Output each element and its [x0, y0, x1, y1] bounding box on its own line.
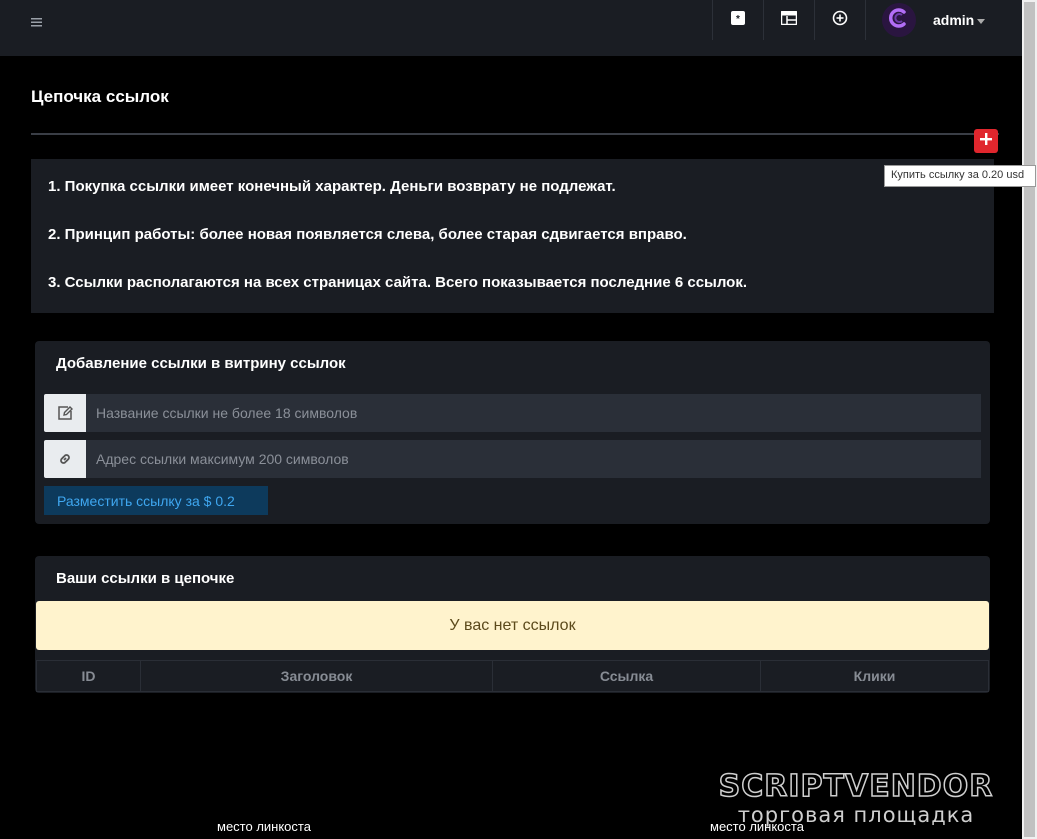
watermark-logo: SCRIPTVENDOR торговая площадка [689, 769, 1023, 827]
table-icon [780, 10, 798, 30]
asterisk-icon: * [731, 10, 745, 30]
column-title[interactable]: Заголовок [141, 661, 493, 691]
asterisk-button[interactable]: * [712, 0, 763, 40]
svg-text:*: * [736, 14, 740, 25]
link-url-group [44, 440, 981, 478]
table-button[interactable] [763, 0, 814, 40]
title-divider [31, 133, 999, 135]
rule-1: 1. Покупка ссылки имеет конечный характе… [48, 178, 616, 195]
plus-icon [980, 132, 992, 150]
footer-link-slot-1[interactable]: место линкоста [217, 819, 311, 834]
add-link-title: Добавление ссылки в витрину ссылок [56, 355, 346, 372]
scrollbar-thumb[interactable] [1024, 2, 1035, 837]
my-links-card: Ваши ссылки в цепочке У вас нет ссылок I… [35, 556, 990, 693]
my-links-title: Ваши ссылки в цепочке [56, 570, 235, 587]
buy-link-button[interactable] [974, 129, 998, 153]
link-name-input[interactable] [86, 394, 981, 432]
edit-icon [44, 394, 86, 432]
column-clicks[interactable]: Клики [761, 661, 989, 691]
user-name[interactable]: admin [933, 12, 974, 28]
rule-2: 2. Принцип работы: более новая появляетс… [48, 226, 687, 243]
link-url-input[interactable] [86, 440, 981, 478]
rule-3: 3. Ссылки располагаются на всех страница… [48, 274, 748, 291]
page-title: Цепочка ссылок [31, 87, 169, 106]
link-icon [44, 440, 86, 478]
empty-links-alert: У вас нет ссылок [36, 601, 989, 650]
menu-icon[interactable] [31, 14, 45, 28]
link-name-group [44, 394, 981, 432]
links-table-header: ID Заголовок Ссылка Клики [36, 660, 989, 692]
rules-panel: 1. Покупка ссылки имеет конечный характе… [31, 159, 994, 313]
navbar-divider [865, 0, 866, 40]
watermark-brand: SCRIPTVENDOR [718, 769, 994, 804]
avatar[interactable] [882, 3, 916, 37]
chevron-down-icon[interactable] [977, 19, 985, 24]
watermark-tagline: торговая площадка [737, 803, 975, 827]
top-navbar: * admin [0, 0, 1022, 56]
buy-link-tooltip: Купить ссылку за 0.20 usd [884, 165, 1036, 187]
plus-circle-icon [832, 10, 848, 31]
place-link-button[interactable]: Разместить ссылку за $ 0.2 [44, 486, 268, 515]
column-link[interactable]: Ссылка [493, 661, 761, 691]
add-link-card: Добавление ссылки в витрину ссылок Разме… [35, 341, 990, 524]
add-circle-button[interactable] [814, 0, 865, 40]
column-id[interactable]: ID [36, 661, 141, 691]
avatar-logo-icon [886, 5, 912, 36]
